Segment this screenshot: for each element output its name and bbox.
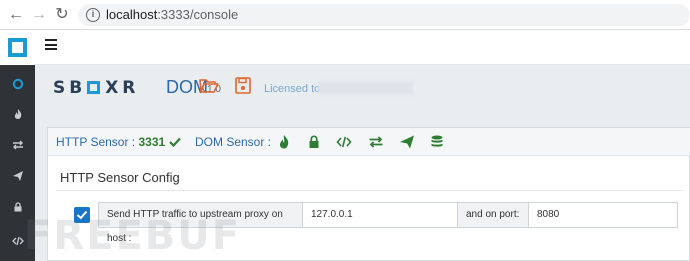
watermark: FREEBUF xyxy=(24,213,242,259)
proxy-port-label: and on port: xyxy=(457,202,529,228)
dom-sensor-label: DOM Sensor : xyxy=(195,135,272,149)
back-arrow-icon[interactable]: ← xyxy=(6,5,26,25)
fire-icon xyxy=(14,108,21,119)
proxy-host-input[interactable]: 127.0.0.1 xyxy=(302,202,458,228)
divider xyxy=(56,190,683,191)
sidebar-item-dom[interactable] xyxy=(0,98,35,128)
send-icon xyxy=(12,170,23,181)
address-bar[interactable]: i localhost:3333/console xyxy=(78,4,690,26)
forward-arrow-icon[interactable]: → xyxy=(29,5,49,25)
code-icon xyxy=(11,236,24,245)
http-sensor-status: HTTP Sensor : 3331 xyxy=(56,135,181,149)
exchange-icon[interactable] xyxy=(368,134,384,150)
info-icon[interactable]: i xyxy=(86,8,100,22)
exchange-icon xyxy=(12,140,23,150)
app-logo[interactable] xyxy=(0,30,35,65)
save-icon[interactable] xyxy=(235,77,251,94)
proxy-port-input[interactable]: 8080 xyxy=(528,202,678,228)
circle-icon xyxy=(12,78,23,90)
sensor-status-bar: HTTP Sensor : 3331 DOM Sensor : xyxy=(48,128,690,156)
reload-icon[interactable]: ↻ xyxy=(52,5,72,25)
open-icon[interactable] xyxy=(199,77,219,95)
menu-icon[interactable] xyxy=(45,39,57,53)
brand-logo: SB XR xyxy=(53,78,140,98)
app-header: SB XR DOM v1.0 Licensed to: xyxy=(35,65,690,115)
license-owner-redacted xyxy=(318,81,413,95)
check-icon xyxy=(168,137,181,148)
browser-toolbar: ← → ↻ i localhost:3333/console xyxy=(0,0,690,30)
app-topbar xyxy=(35,30,690,65)
fire-icon[interactable] xyxy=(276,134,292,150)
lock-icon xyxy=(14,202,21,212)
sidebar-item-home[interactable] xyxy=(0,68,35,98)
sidebar-item-send[interactable] xyxy=(0,160,35,190)
code-icon[interactable] xyxy=(336,134,352,150)
lock-icon[interactable] xyxy=(306,134,322,150)
licensed-label: Licensed to: xyxy=(264,83,324,95)
send-icon[interactable] xyxy=(399,134,415,150)
database-icon[interactable] xyxy=(429,134,445,150)
sidebar-item-traffic[interactable] xyxy=(0,129,35,159)
url-text: localhost:3333/console xyxy=(106,7,239,22)
config-title: HTTP Sensor Config xyxy=(60,170,180,185)
